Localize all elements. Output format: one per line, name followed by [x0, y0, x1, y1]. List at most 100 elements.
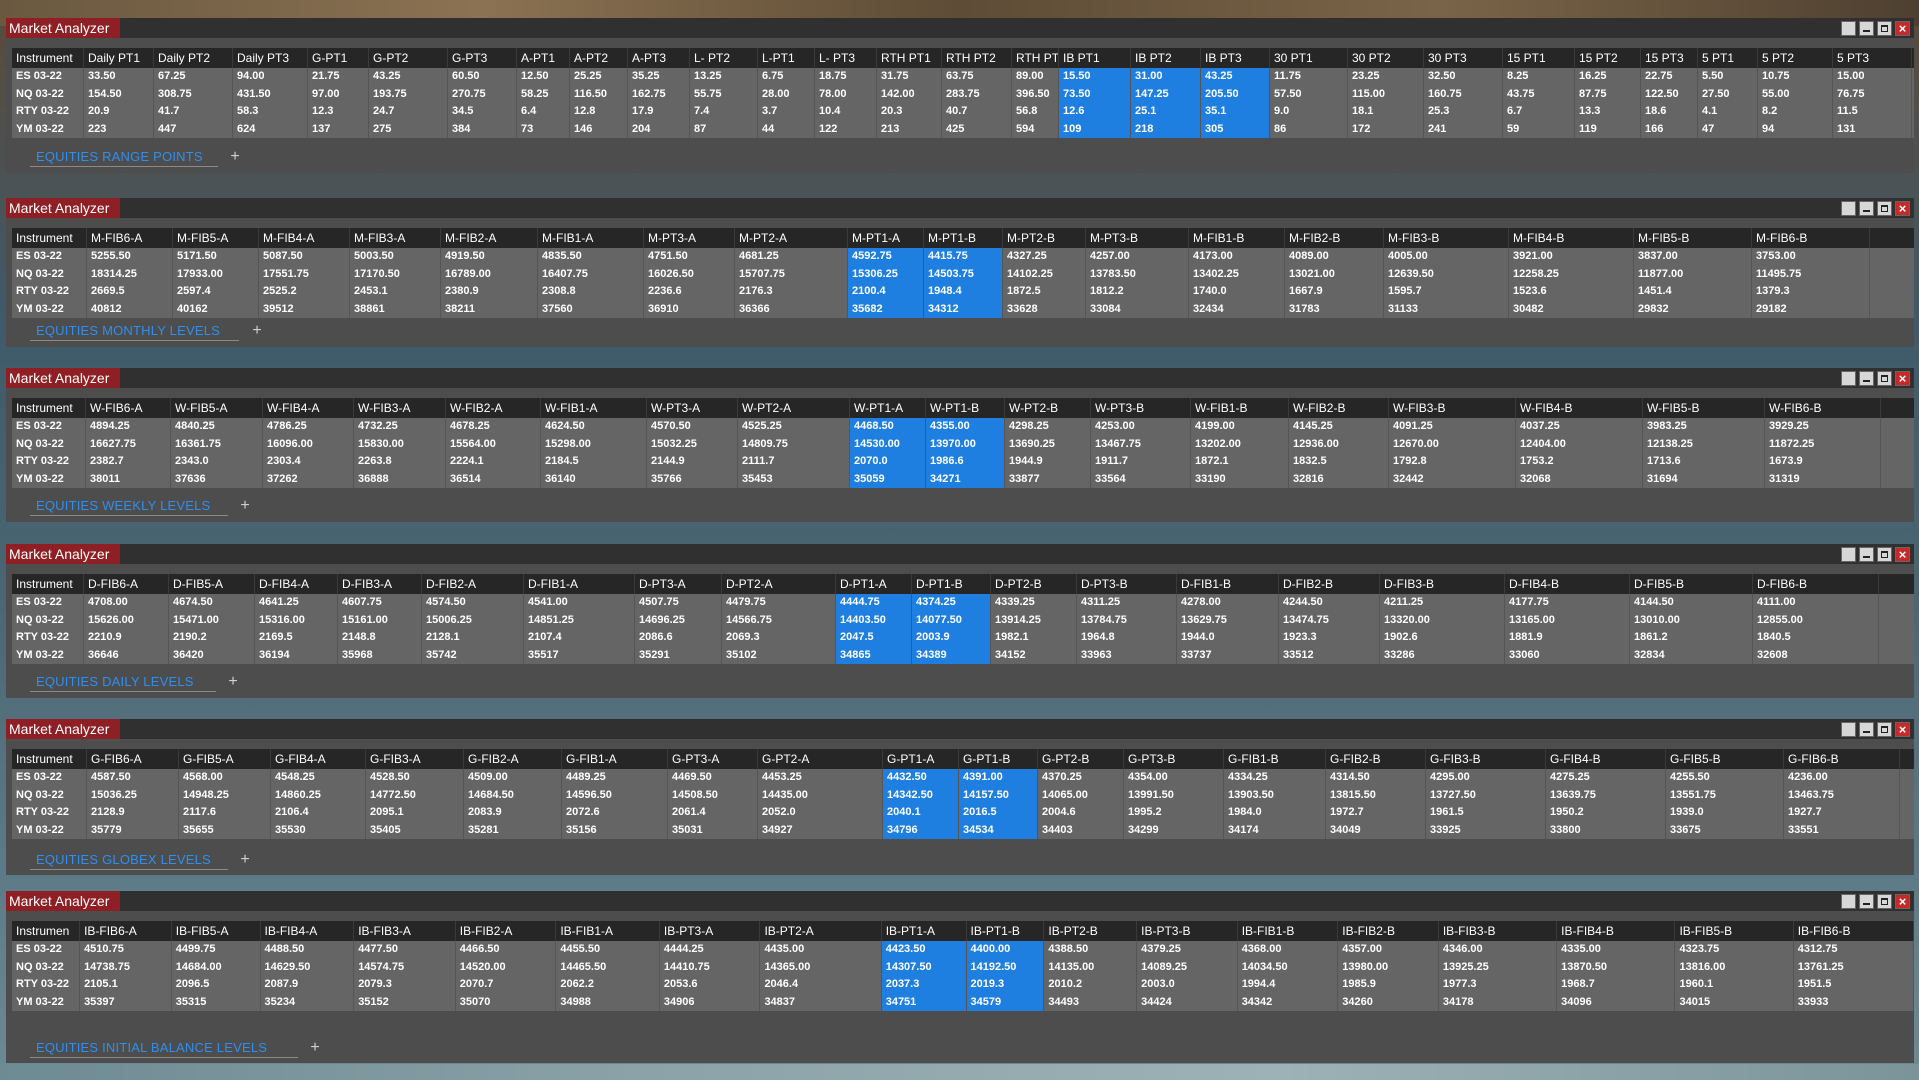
- level-cell[interactable]: 33512: [1279, 646, 1380, 664]
- level-cell[interactable]: 4835.50: [538, 248, 644, 266]
- level-cell[interactable]: 14342.50: [883, 786, 959, 804]
- level-cell[interactable]: 2086.6: [635, 629, 722, 647]
- column-header-g-pt1-b[interactable]: G-PT1-B: [959, 749, 1038, 769]
- level-cell[interactable]: 122: [815, 120, 877, 138]
- level-cell[interactable]: 270.75: [448, 85, 517, 103]
- level-cell[interactable]: 33060: [1505, 646, 1630, 664]
- level-cell[interactable]: 34837: [760, 993, 882, 1011]
- level-cell[interactable]: 5171.50: [173, 248, 259, 266]
- level-cell[interactable]: 2184.5: [541, 453, 647, 471]
- plus-icon[interactable]: +: [304, 1038, 326, 1058]
- level-cell[interactable]: 97.00: [308, 85, 369, 103]
- level-cell[interactable]: 40812: [87, 300, 173, 318]
- level-cell[interactable]: 1995.2: [1124, 804, 1224, 822]
- column-header-instrument[interactable]: Instrument: [12, 749, 87, 769]
- instrument-row[interactable]: NQ 03-22 14738.75 14684.00 14629.50 14574.75…: [12, 958, 1915, 976]
- level-cell[interactable]: 6.7: [1503, 103, 1575, 121]
- level-cell[interactable]: 116.50: [570, 85, 628, 103]
- level-cell[interactable]: 38861: [350, 300, 441, 318]
- level-cell[interactable]: 47: [1698, 120, 1758, 138]
- level-cell[interactable]: 241: [1424, 120, 1503, 138]
- column-header-w-fib6-b[interactable]: W-FIB6-B: [1765, 398, 1881, 418]
- level-cell[interactable]: 34260: [1338, 993, 1439, 1011]
- level-cell[interactable]: 2176.3: [735, 283, 848, 301]
- level-cell[interactable]: 1881.9: [1505, 629, 1630, 647]
- level-cell[interactable]: 13991.50: [1124, 786, 1224, 804]
- level-cell[interactable]: 20.9: [84, 103, 154, 121]
- column-header-ib-fib1-b[interactable]: IB-FIB1-B: [1238, 921, 1339, 941]
- square-icon[interactable]: [1841, 722, 1856, 737]
- level-cell[interactable]: 4255.50: [1666, 769, 1784, 787]
- instrument-row[interactable]: RTY 03-22 2382.7 2343.0 2303.4 2263.8 2224.1 2…: [12, 453, 1914, 471]
- level-cell[interactable]: 14809.75: [738, 435, 850, 453]
- level-cell[interactable]: 14065.00: [1038, 786, 1124, 804]
- column-header-m-pt1-b[interactable]: M-PT1-B: [924, 228, 1003, 248]
- level-cell[interactable]: 2224.1: [446, 453, 541, 471]
- level-cell[interactable]: 1753.2: [1516, 453, 1643, 471]
- level-cell[interactable]: 4840.25: [171, 418, 263, 436]
- column-header-w-fib5-b[interactable]: W-FIB5-B: [1643, 398, 1765, 418]
- level-cell[interactable]: 2453.1: [350, 283, 441, 301]
- level-cell[interactable]: 1740.0: [1189, 283, 1285, 301]
- level-cell[interactable]: 13970.00: [926, 435, 1005, 453]
- level-cell[interactable]: 36910: [644, 300, 735, 318]
- level-cell[interactable]: 13914.25: [991, 611, 1077, 629]
- level-cell[interactable]: 4257.00: [1086, 248, 1189, 266]
- column-header-g-pt3-a[interactable]: G-PT3-A: [668, 749, 758, 769]
- column-header-instrument[interactable]: Instrument: [12, 48, 84, 68]
- minimize-icon[interactable]: [1859, 21, 1874, 36]
- level-cell[interactable]: 2111.7: [738, 453, 850, 471]
- level-cell[interactable]: 4311.25: [1077, 594, 1177, 612]
- level-cell[interactable]: 193.75: [369, 85, 448, 103]
- column-header-15-pt2[interactable]: 15 PT2: [1575, 48, 1641, 68]
- level-cell[interactable]: 2003.0: [1137, 976, 1238, 994]
- instrument-row[interactable]: YM 03-22 40812 40162 39512 38861 38211 37560 36…: [12, 300, 1914, 318]
- column-header-w-fib5-a[interactable]: W-FIB5-A: [171, 398, 263, 418]
- level-cell[interactable]: 31319: [1765, 470, 1881, 488]
- level-cell[interactable]: 1939.0: [1666, 804, 1784, 822]
- level-cell[interactable]: 13320.00: [1380, 611, 1505, 629]
- level-cell[interactable]: 154.50: [84, 85, 154, 103]
- level-cell[interactable]: 308.75: [154, 85, 233, 103]
- level-cell[interactable]: 1379.3: [1752, 283, 1870, 301]
- level-cell[interactable]: 32816: [1289, 470, 1389, 488]
- level-cell[interactable]: 35152: [354, 993, 456, 1011]
- level-cell[interactable]: 1950.2: [1546, 804, 1666, 822]
- level-cell[interactable]: 12404.00: [1516, 435, 1643, 453]
- level-cell[interactable]: 10.75: [1758, 68, 1833, 86]
- instrument-row[interactable]: NQ 03-22 154.50 308.75 431.50 97.00 193.75 270…: [12, 85, 1914, 103]
- level-cell[interactable]: 4089.00: [1285, 248, 1384, 266]
- level-cell[interactable]: 44: [758, 120, 815, 138]
- level-cell[interactable]: 142.00: [877, 85, 942, 103]
- level-cell[interactable]: 33963: [1077, 646, 1177, 664]
- level-cell[interactable]: 8.25: [1503, 68, 1575, 86]
- level-cell[interactable]: 1951.5: [1794, 976, 1915, 994]
- level-cell[interactable]: 4708.00: [84, 594, 169, 612]
- instrument-cell[interactable]: RTY 03-22: [12, 283, 87, 301]
- column-header-g-fib4-a[interactable]: G-FIB4-A: [271, 749, 366, 769]
- level-cell[interactable]: 12.50: [517, 68, 570, 86]
- level-cell[interactable]: 2047.5: [836, 629, 912, 647]
- level-cell[interactable]: 14684.00: [172, 958, 261, 976]
- level-cell[interactable]: 33190: [1191, 470, 1289, 488]
- instrument-row[interactable]: ES 03-22 5255.50 5171.50 5087.50 5003.50 4919…: [12, 248, 1914, 266]
- panel-titlebar[interactable]: Market Analyzer ×: [6, 368, 1914, 388]
- instrument-cell[interactable]: NQ 03-22: [12, 265, 87, 283]
- column-header-d-pt2-a[interactable]: D-PT2-A: [722, 574, 836, 594]
- level-cell[interactable]: 15298.00: [541, 435, 647, 453]
- level-cell[interactable]: 4144.50: [1630, 594, 1753, 612]
- level-cell[interactable]: 1451.4: [1634, 283, 1752, 301]
- column-header-m-pt3-b[interactable]: M-PT3-B: [1086, 228, 1189, 248]
- level-cell[interactable]: 223: [84, 120, 154, 138]
- level-cell[interactable]: 12.6: [1059, 103, 1131, 121]
- level-cell[interactable]: 34579: [966, 993, 1045, 1011]
- column-header-m-fib1-a[interactable]: M-FIB1-A: [538, 228, 644, 248]
- instrument-cell[interactable]: RTY 03-22: [12, 976, 81, 994]
- tab-equities-range-points[interactable]: EQUITIES RANGE POINTS: [30, 147, 218, 167]
- level-cell[interactable]: 4346.00: [1439, 941, 1558, 959]
- level-cell[interactable]: 396.50: [1012, 85, 1059, 103]
- level-cell[interactable]: 2303.4: [263, 453, 354, 471]
- level-cell[interactable]: 12.8: [570, 103, 628, 121]
- level-cell[interactable]: 13202.00: [1191, 435, 1289, 453]
- column-header-g-fib2-a[interactable]: G-FIB2-A: [464, 749, 562, 769]
